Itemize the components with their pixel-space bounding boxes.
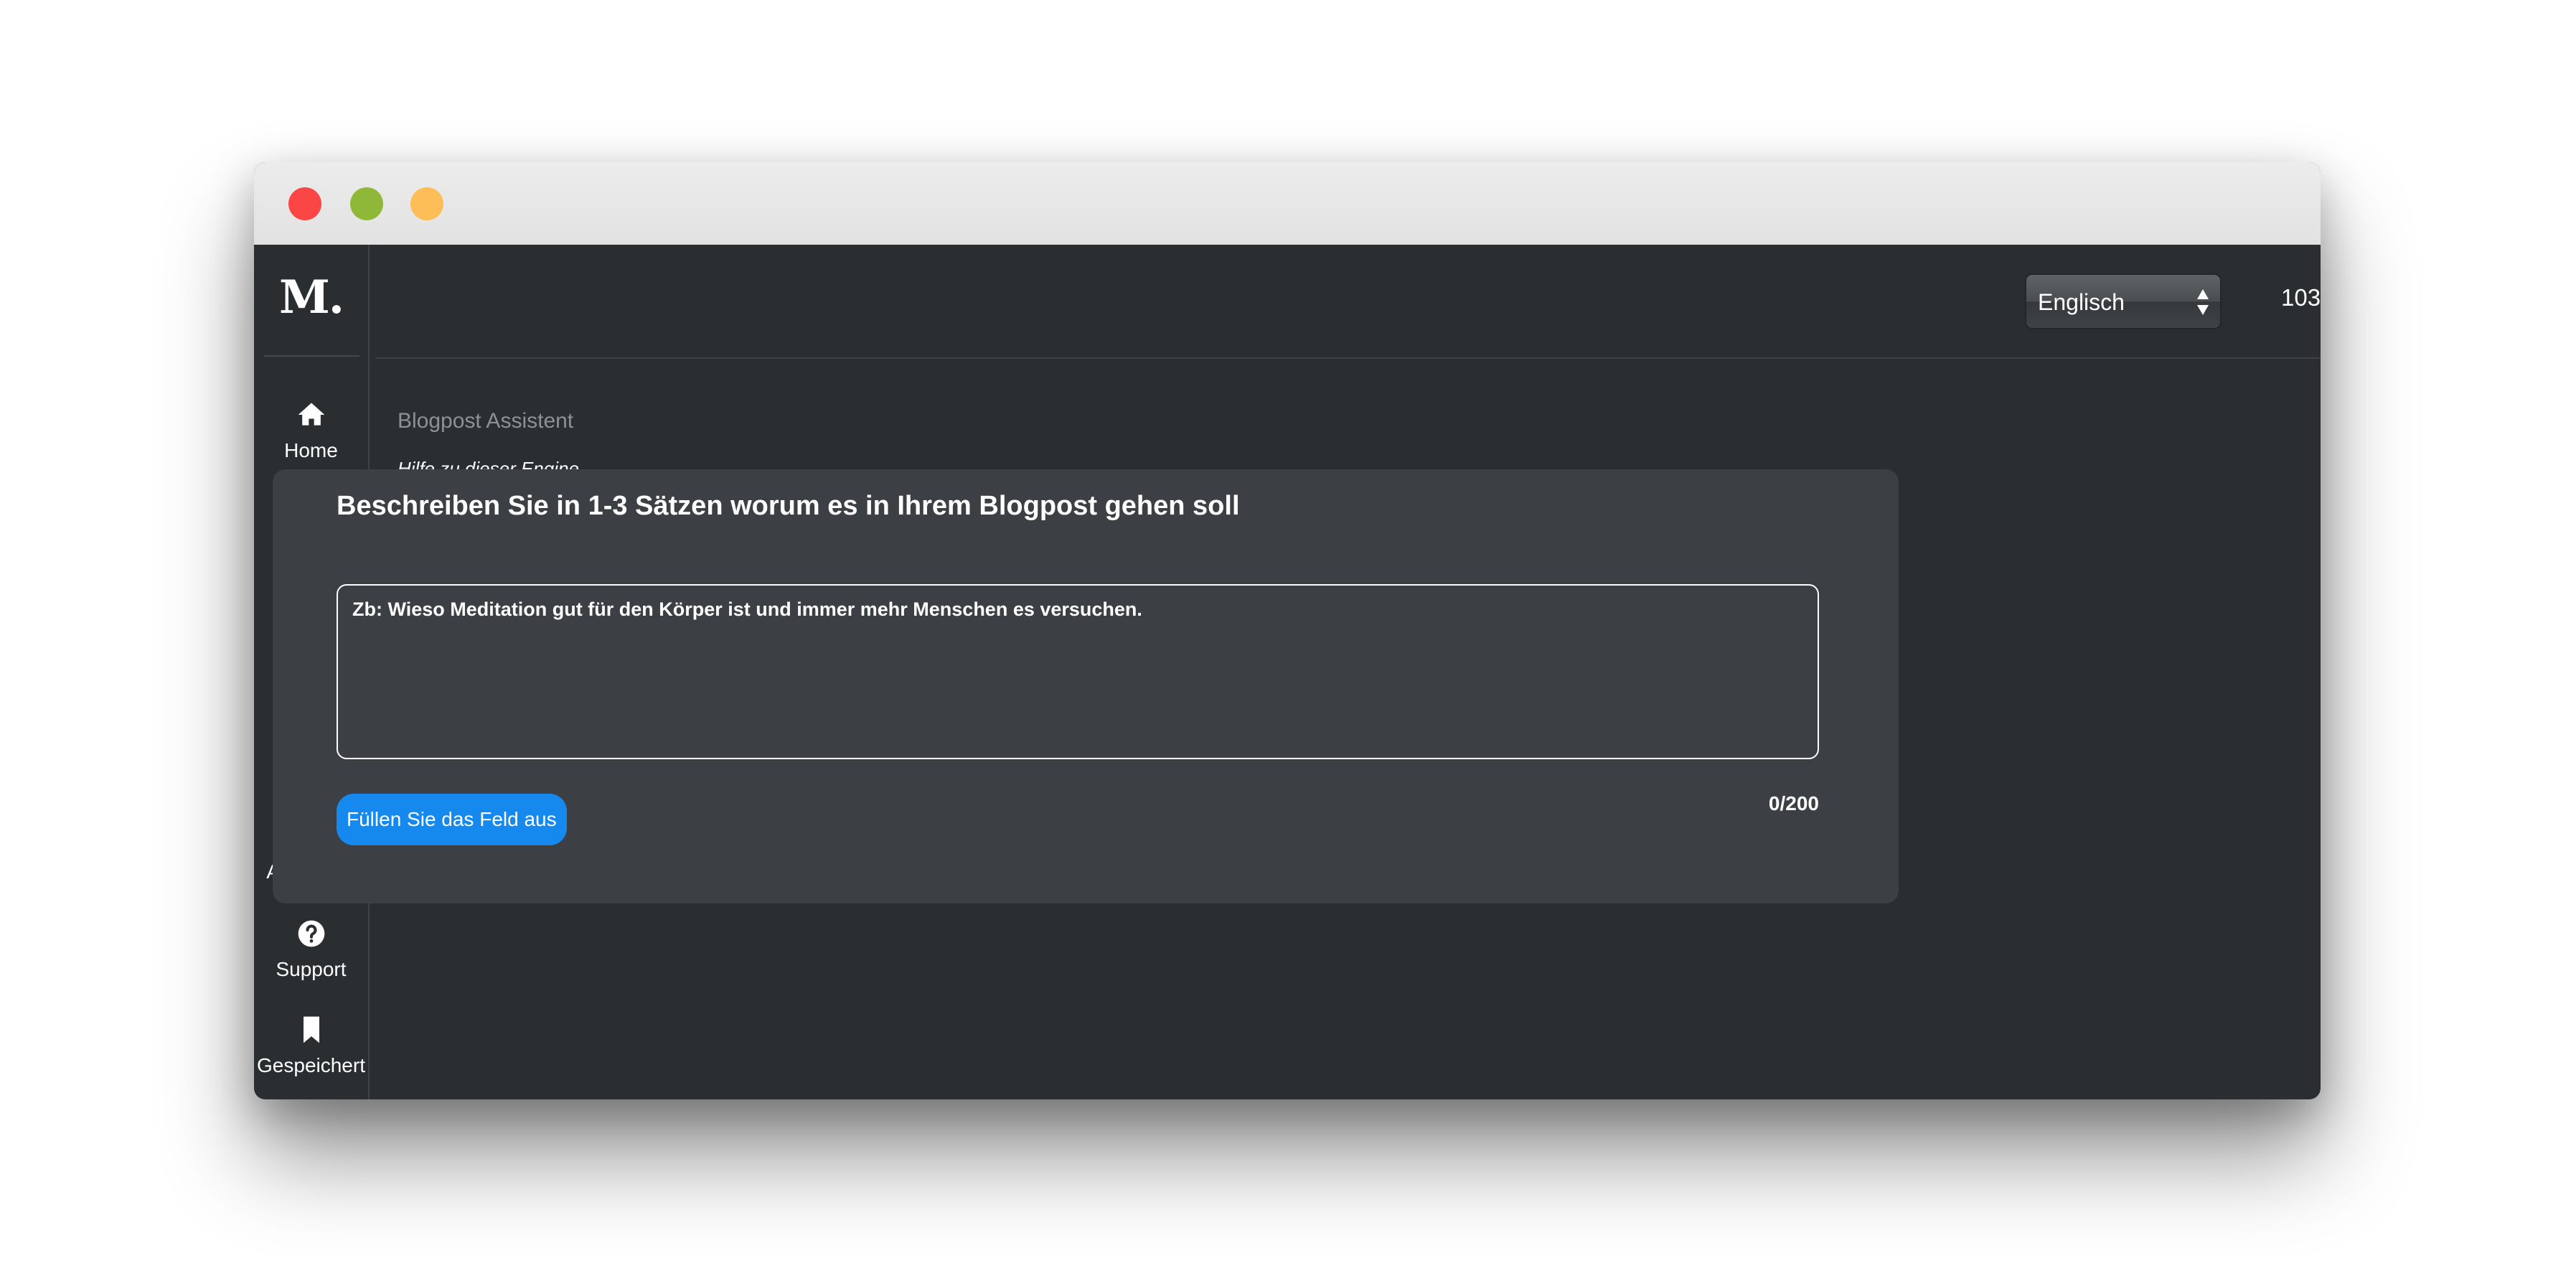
character-counter: 0/200 [1768,792,1819,814]
sidebar-item-label: Home [284,439,338,461]
form-question: Beschreiben Sie in 1-3 Sätzen worum es i… [337,491,1240,521]
bookmark-icon [303,1016,319,1043]
app-content: M. Home Editor Videos SEO Akademie [254,245,2321,1099]
minimize-window-button[interactable] [350,187,383,220]
page-title: Blogpost Assistent [398,409,574,433]
sidebar-item-label: Support [276,958,347,980]
description-textarea[interactable] [337,584,1819,759]
language-select-value: Englisch [2038,289,2125,315]
brand-logo[interactable]: M. [254,271,368,324]
select-arrows-icon [2197,289,2209,315]
credits-counter: 1033/1500 [2281,284,2321,311]
close-window-button[interactable] [288,187,321,220]
submit-button[interactable]: Füllen Sie das Feld aus [337,794,567,845]
home-icon [298,403,324,426]
sidebar-item-label: Gespeichert [257,1054,365,1076]
top-bar: Englisch 1033/1500 [375,245,2321,359]
app-window: M. Home Editor Videos SEO Akademie [254,162,2321,1099]
sidebar-divider [264,355,359,357]
sidebar-item-gespeichert[interactable]: Gespeichert [254,1014,368,1077]
language-select[interactable]: Englisch [2025,273,2222,329]
maximize-window-button[interactable] [410,187,443,220]
sidebar-item-support[interactable]: Support [254,918,368,981]
input-card: Beschreiben Sie in 1-3 Sätzen worum es i… [273,469,1899,903]
sidebar-item-home[interactable]: Home [254,399,368,462]
window-titlebar [254,162,2321,245]
question-circle-icon [298,920,324,947]
